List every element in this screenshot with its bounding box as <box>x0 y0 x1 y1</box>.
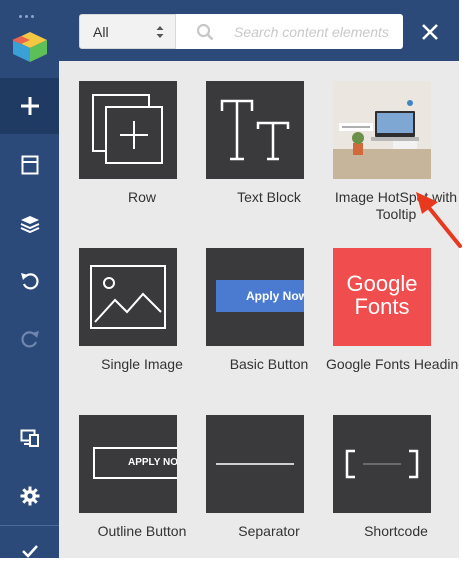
element-label: Outline Button <box>97 523 187 539</box>
plus-icon <box>20 97 39 115</box>
search-box <box>176 14 403 49</box>
undo-icon <box>20 273 39 290</box>
separator-thumbnail-icon <box>206 415 304 513</box>
logo-icon <box>12 32 47 62</box>
callout-arrow-icon <box>416 192 462 248</box>
undo-button[interactable] <box>0 253 59 309</box>
category-select[interactable]: All <box>79 14 176 49</box>
thumb-fonts-text: Fonts <box>354 294 410 319</box>
redo-icon <box>20 331 39 348</box>
single-image-thumbnail-icon <box>79 248 177 346</box>
element-label: Google Fonts Heading <box>325 356 459 372</box>
select-caret-icon <box>156 26 164 38</box>
search-icon <box>196 23 214 41</box>
settings-button[interactable] <box>0 468 59 524</box>
text-block-thumbnail-icon <box>206 81 304 179</box>
sidebar <box>0 0 59 558</box>
element-label: Basic Button <box>229 356 309 372</box>
category-select-value: All <box>93 24 109 40</box>
element-label: Row <box>127 189 156 205</box>
image-hotspot-thumbnail <box>333 81 431 179</box>
search-input[interactable] <box>234 14 399 49</box>
layers-button[interactable] <box>0 196 59 252</box>
row-thumbnail-icon <box>79 81 177 179</box>
element-label: Single Image <box>101 356 183 372</box>
sidebar-divider <box>0 525 59 526</box>
templates-button[interactable] <box>0 137 59 193</box>
scrollbar-track[interactable] <box>459 0 474 558</box>
element-label: Text Block <box>237 189 301 205</box>
drag-handle[interactable] <box>19 5 39 18</box>
basic-button-thumbnail: Apply Now <box>206 248 304 346</box>
check-icon <box>21 545 38 558</box>
layers-icon <box>20 216 39 233</box>
template-icon <box>21 155 38 175</box>
element-panel-header: All <box>59 0 459 61</box>
shortcode-thumbnail-icon <box>333 415 431 513</box>
close-icon[interactable] <box>418 20 442 44</box>
publish-button[interactable] <box>0 534 59 558</box>
redo-button[interactable] <box>0 311 59 367</box>
add-element-button[interactable] <box>0 78 59 134</box>
thumb-google-text: Google <box>346 271 418 296</box>
gear-icon <box>20 486 39 506</box>
element-label: Separator <box>238 523 300 539</box>
element-label: Shortcode <box>364 523 428 539</box>
devices-icon <box>20 429 39 447</box>
google-fonts-thumbnail: Google Fonts <box>333 248 431 346</box>
thumb-outline-text: APPLY NO <box>93 447 177 479</box>
outline-button-thumbnail: APPLY NO <box>79 415 177 513</box>
responsive-view-button[interactable] <box>0 410 59 466</box>
thumb-button-text: Apply Now <box>216 280 304 312</box>
element-grid: Row Text Block Image HotSpot with Toolti… <box>59 61 459 558</box>
